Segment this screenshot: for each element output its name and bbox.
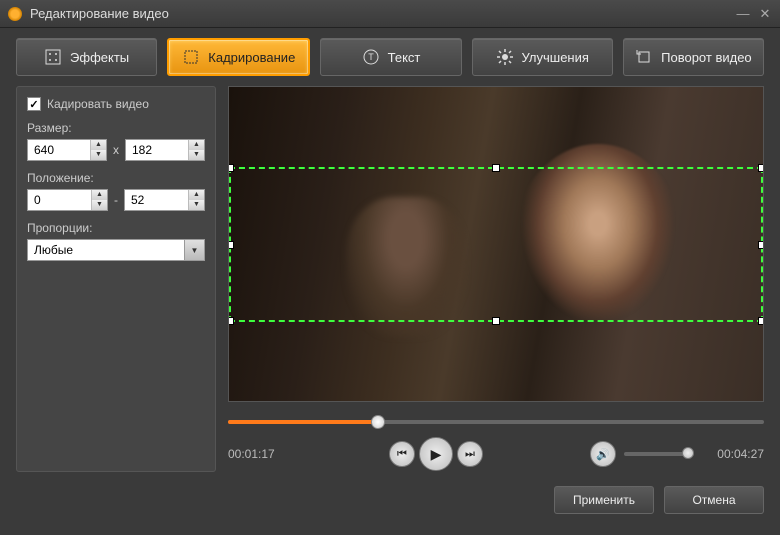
total-time: 00:04:27 xyxy=(694,447,764,461)
volume-slider[interactable] xyxy=(624,452,694,456)
pos-separator: - xyxy=(112,193,120,207)
timeline-thumb[interactable] xyxy=(371,415,385,429)
window-title: Редактирование видео xyxy=(30,6,736,21)
tab-bar: Эффекты Кадрирование T Текст Улучшения П… xyxy=(0,28,780,86)
brightness-icon xyxy=(496,48,514,66)
tab-label: Поворот видео xyxy=(661,50,752,65)
crop-checkbox-row[interactable]: ✓ Кадировать видео xyxy=(27,97,205,111)
titlebar: Редактирование видео — ✕ xyxy=(0,0,780,28)
tab-label: Улучшения xyxy=(522,50,589,65)
text-icon: T xyxy=(362,48,380,66)
crop-handle[interactable] xyxy=(228,317,234,325)
pos-x-input[interactable]: 0▲▼ xyxy=(27,189,108,211)
player-controls: 00:01:17 ⏮ ▶ ⏭ 🔊 00:04:27 xyxy=(228,436,764,472)
ratio-label: Пропорции: xyxy=(27,221,205,235)
tab-label: Эффекты xyxy=(70,50,129,65)
play-button[interactable]: ▶ xyxy=(419,437,453,471)
width-value: 640 xyxy=(28,143,90,157)
playback-buttons: ⏮ ▶ ⏭ xyxy=(298,437,574,471)
next-button[interactable]: ⏭ xyxy=(457,441,483,467)
tab-rotate[interactable]: Поворот видео xyxy=(623,38,764,76)
prev-icon: ⏮ xyxy=(397,448,407,461)
crop-handle[interactable] xyxy=(492,317,500,325)
prev-button[interactable]: ⏮ xyxy=(389,441,415,467)
crop-handle[interactable] xyxy=(492,164,500,172)
tab-label: Кадрирование xyxy=(208,50,295,65)
window-buttons: — ✕ xyxy=(736,7,772,21)
spin-down-icon[interactable]: ▼ xyxy=(92,200,107,210)
timeline-progress xyxy=(228,420,378,424)
svg-text:T: T xyxy=(368,52,374,62)
pos-y-input[interactable]: 52▲▼ xyxy=(124,189,205,211)
position-label: Положение: xyxy=(27,171,205,185)
crop-icon xyxy=(182,48,200,66)
volume-control: 🔊 xyxy=(574,441,694,467)
crop-handle[interactable] xyxy=(228,241,234,249)
spin-up-icon[interactable]: ▲ xyxy=(92,190,107,200)
tab-crop[interactable]: Кадрирование xyxy=(167,38,310,76)
crop-handle[interactable] xyxy=(758,164,764,172)
size-label: Размер: xyxy=(27,121,205,135)
minimize-button[interactable]: — xyxy=(736,7,750,21)
crop-handle[interactable] xyxy=(228,164,234,172)
crop-panel: ✓ Кадировать видео Размер: 640▲▼ x 182▲▼… xyxy=(16,86,216,472)
play-icon: ▶ xyxy=(431,446,442,463)
spin-up-icon[interactable]: ▲ xyxy=(189,140,204,150)
crop-selection[interactable] xyxy=(229,167,763,322)
spin-down-icon[interactable]: ▼ xyxy=(91,150,106,160)
spin-up-icon[interactable]: ▲ xyxy=(91,140,106,150)
crop-handle[interactable] xyxy=(758,241,764,249)
speaker-icon: 🔊 xyxy=(596,448,610,461)
app-icon xyxy=(8,7,22,21)
main-area: ✓ Кадировать видео Размер: 640▲▼ x 182▲▼… xyxy=(0,86,780,472)
volume-thumb[interactable] xyxy=(682,447,694,459)
current-time: 00:01:17 xyxy=(228,447,298,461)
video-preview[interactable] xyxy=(228,86,764,402)
tab-improve[interactable]: Улучшения xyxy=(472,38,613,76)
tab-text[interactable]: T Текст xyxy=(320,38,461,76)
pos-x-value: 0 xyxy=(28,193,91,207)
position-row: 0▲▼ - 52▲▼ xyxy=(27,189,205,211)
ratio-combo[interactable]: Любые ▼ xyxy=(27,239,205,261)
height-value: 182 xyxy=(126,143,188,157)
cancel-button[interactable]: Отмена xyxy=(664,486,764,514)
size-separator: x xyxy=(111,143,121,157)
chevron-down-icon: ▼ xyxy=(184,240,204,260)
apply-button[interactable]: Применить xyxy=(554,486,654,514)
effects-icon xyxy=(44,48,62,66)
next-icon: ⏭ xyxy=(465,448,475,461)
height-input[interactable]: 182▲▼ xyxy=(125,139,205,161)
tab-label: Текст xyxy=(388,50,421,65)
spin-down-icon[interactable]: ▼ xyxy=(189,150,204,160)
close-button[interactable]: ✕ xyxy=(758,7,772,21)
checkbox-icon: ✓ xyxy=(27,97,41,111)
preview-area: 00:01:17 ⏮ ▶ ⏭ 🔊 00:04:27 xyxy=(228,86,764,472)
width-input[interactable]: 640▲▼ xyxy=(27,139,107,161)
rotate-icon xyxy=(635,48,653,66)
crop-checkbox-label: Кадировать видео xyxy=(47,97,149,111)
footer: Применить Отмена xyxy=(0,472,780,528)
volume-button[interactable]: 🔊 xyxy=(590,441,616,467)
tab-effects[interactable]: Эффекты xyxy=(16,38,157,76)
size-row: 640▲▼ x 182▲▼ xyxy=(27,139,205,161)
timeline-slider[interactable] xyxy=(228,414,764,430)
spin-down-icon[interactable]: ▼ xyxy=(189,200,204,210)
ratio-value: Любые xyxy=(28,243,184,257)
crop-handle[interactable] xyxy=(758,317,764,325)
spin-up-icon[interactable]: ▲ xyxy=(189,190,204,200)
pos-y-value: 52 xyxy=(125,193,188,207)
